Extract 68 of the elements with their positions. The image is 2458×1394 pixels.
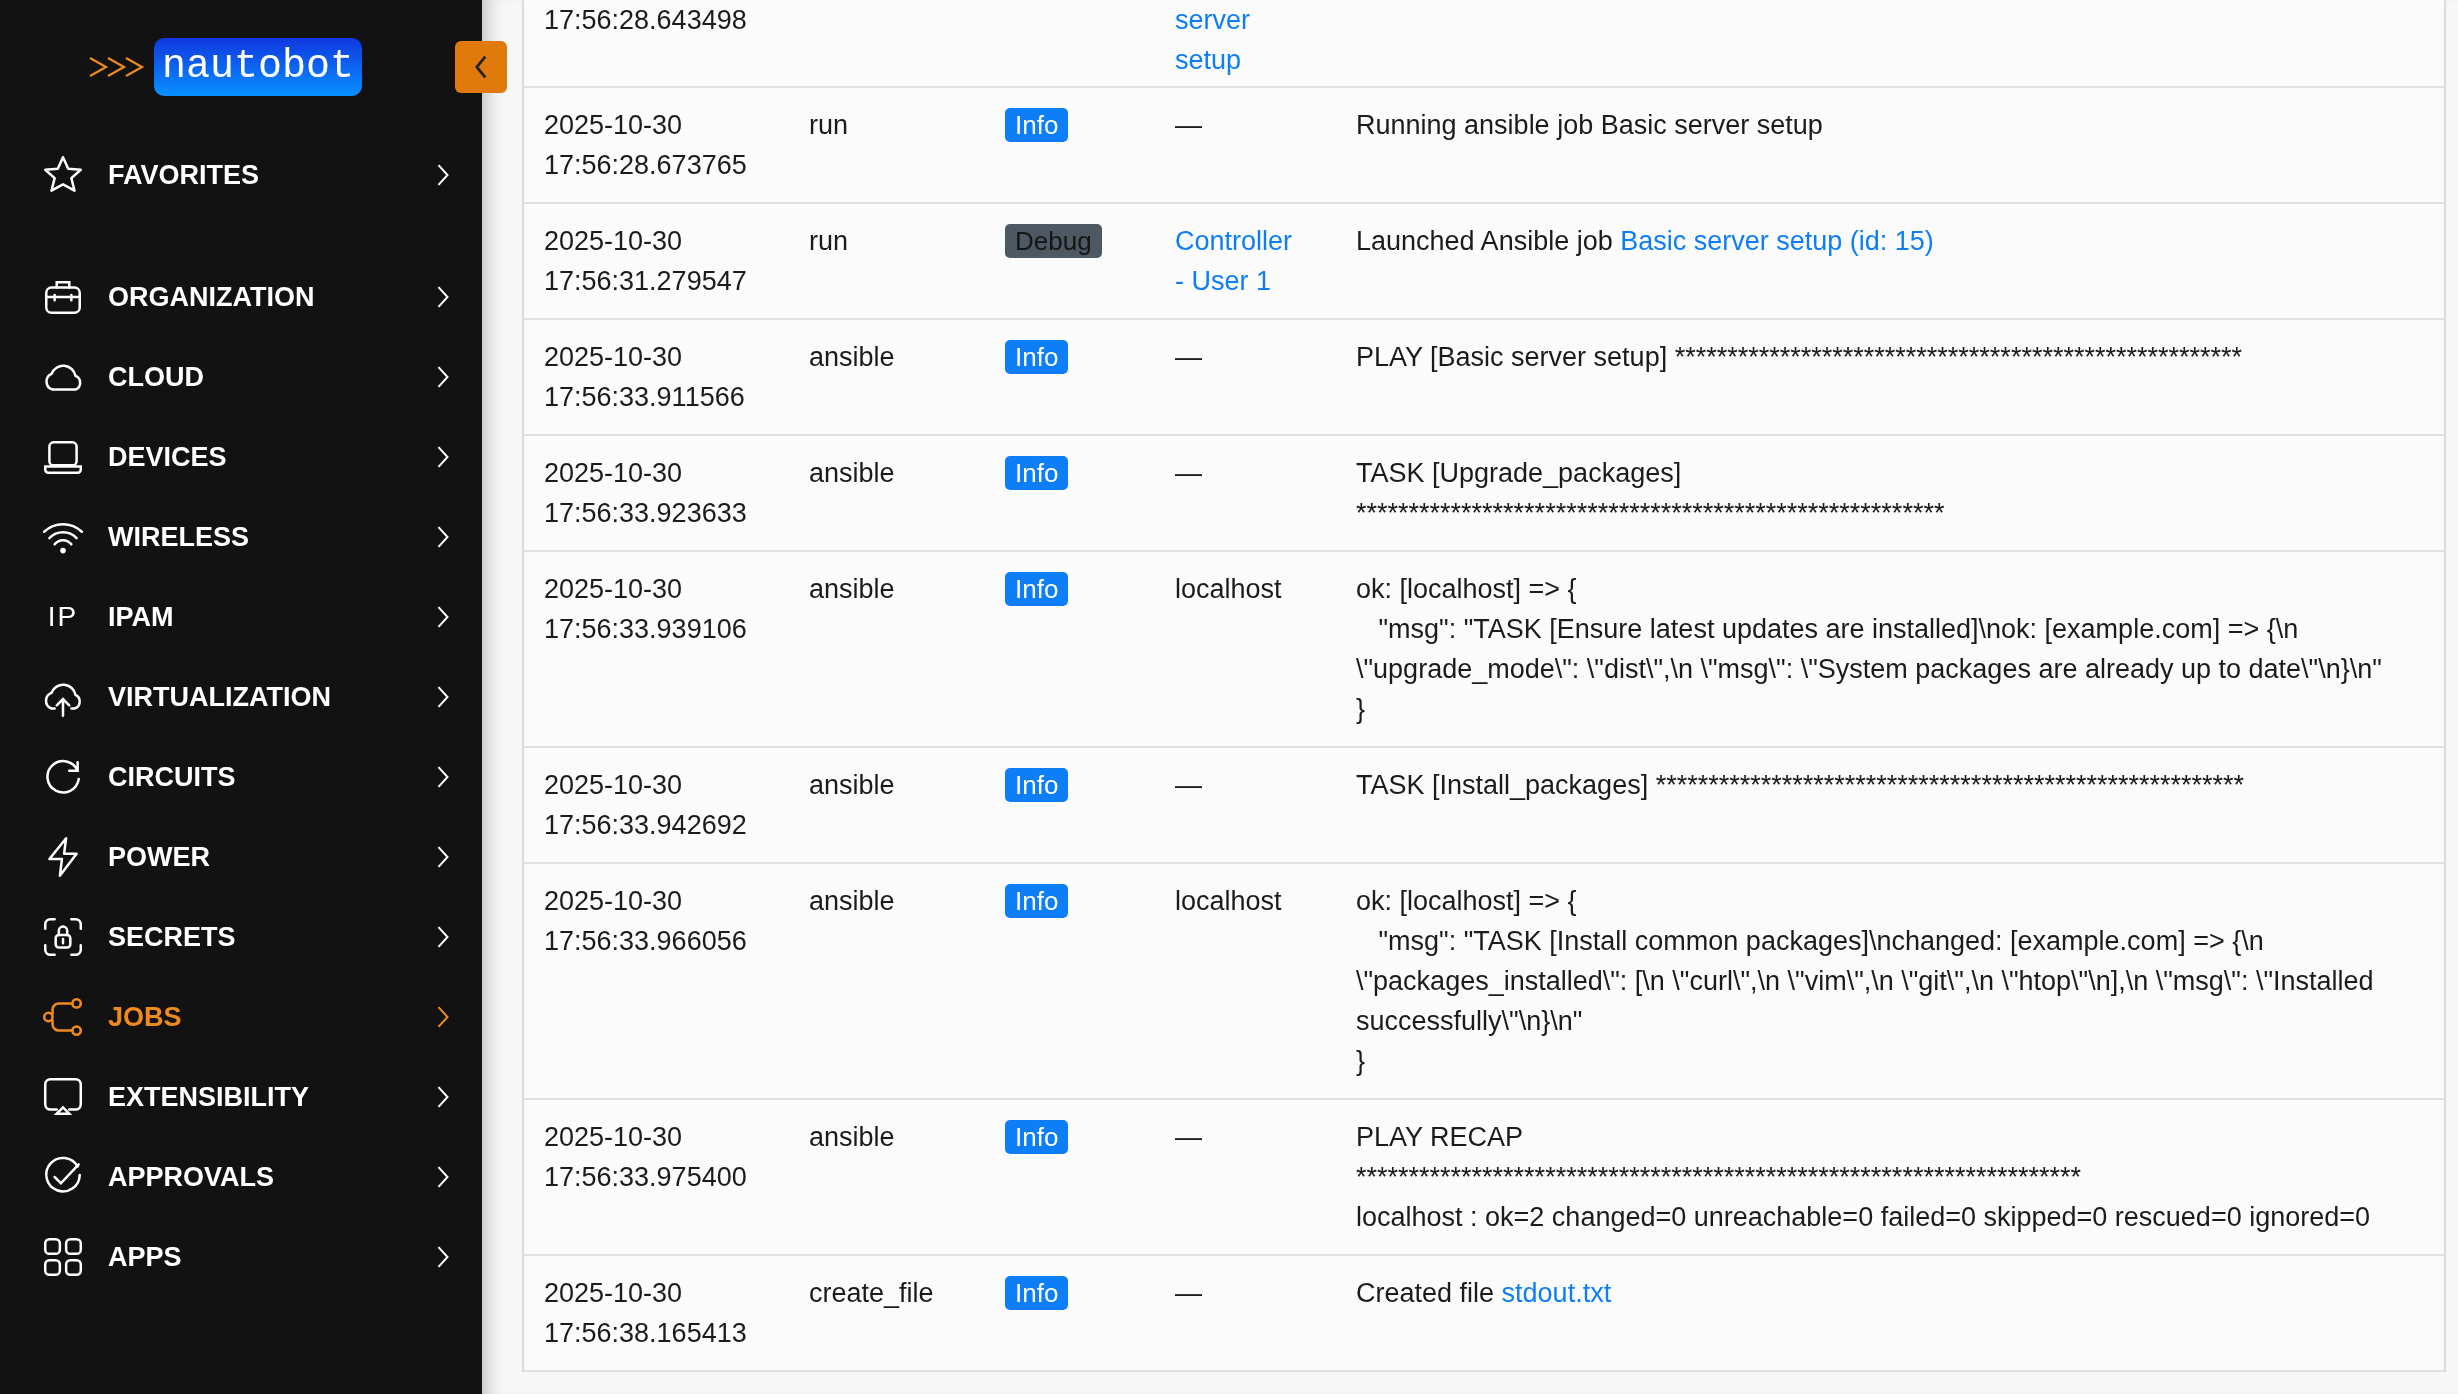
level-badge: Info (1005, 884, 1069, 918)
logo-text: nautobot (154, 38, 362, 96)
level-badge: Info (1005, 1276, 1069, 1310)
message-link[interactable]: stdout.txt (1501, 1278, 1612, 1308)
nav-item[interactable]: FAVORITES (0, 135, 452, 215)
log-message: PLAY [Basic server setup] ****************************************************** (1356, 342, 2243, 372)
grouping-cell-text: ansible (808, 885, 896, 918)
nav-item[interactable]: APPS (0, 1217, 452, 1297)
nav-item[interactable]: JOBS (0, 977, 452, 1057)
log-message: PLAY RECAP ********************************************************************* localhost : ok=2 changed=0 unreachable=0 failed=0 skipped=0 rescued=0 ignored=0 (1356, 1122, 2371, 1232)
object-text: — (1175, 770, 1202, 800)
timestamp-cell-text: 2025-10-30 17:56:33.975400 (543, 1121, 748, 1194)
timestamp-cell-text: 2025-10-30 17:56:28.673765 (543, 109, 748, 182)
nav-item[interactable]: DEVICES (0, 417, 452, 497)
message-link[interactable]: Basic server setup (id: 15) (1620, 226, 1934, 256)
grouping-cell-text: ansible (808, 457, 896, 490)
ip-icon: IP (40, 601, 86, 633)
level-badge: Info (1005, 1120, 1069, 1154)
nav-item[interactable]: ORGANIZATION (0, 257, 452, 337)
nav-item[interactable]: EXTENSIBILITY (0, 1057, 452, 1137)
timestamp-cell-text: 17:56:28.643498 (543, 4, 748, 37)
logo[interactable]: nautobot (88, 38, 362, 96)
timestamp-cell-text: 2025-10-30 17:56:33.939106 (543, 573, 748, 646)
nav-item[interactable]: APPROVALS (0, 1137, 452, 1217)
object-text: — (1175, 1122, 1202, 1152)
grouping-cell-text: ansible (808, 1121, 896, 1154)
chevron-left-icon (475, 55, 487, 79)
level-badge: Debug (1005, 224, 1102, 258)
level-badge: Info (1005, 768, 1069, 802)
object-link[interactable]: Controller - User 1 (1175, 221, 1306, 301)
grouping-cell-text: create_file (808, 1277, 935, 1310)
object-text: localhost (1175, 886, 1282, 916)
level-badge: Info (1005, 340, 1069, 374)
log-message: ok: [localhost] => { "msg": "TASK [Ensure latest updates are installed]\nok: [example.com] => {\n \"upgrade_mode\": \"dist\",\n \"msg\": \"System packages are already up to date\"\n}\n" } (1356, 574, 2382, 724)
grouping-cell-text: run (808, 225, 850, 258)
nav-item[interactable]: VIRTUALIZATION (0, 657, 452, 737)
object-text: — (1175, 342, 1202, 372)
grouping-cell-text: ansible (808, 769, 896, 802)
nav-item[interactable]: POWER (0, 817, 452, 897)
timestamp-cell-text: 2025-10-30 17:56:38.165413 (543, 1277, 748, 1350)
object-text: localhost (1175, 574, 1282, 604)
timestamp-cell-text: 2025-10-30 17:56:33.923633 (543, 457, 748, 530)
timestamp-cell-text: 2025-10-30 17:56:33.911566 (543, 341, 746, 414)
nav-item[interactable]: IP IPAM (0, 577, 452, 657)
log-message: TASK [Upgrade_packages] ******************************************************** (1356, 458, 1945, 528)
nav-item[interactable]: CLOUD (0, 337, 452, 417)
object-text: — (1175, 458, 1202, 488)
log-message: Launched Ansible job Basic server setup (id: 15) (1356, 226, 1934, 256)
timestamp-cell-text: 2025-10-30 17:56:31.279547 (543, 225, 748, 298)
grouping-cell-text: ansible (808, 341, 896, 374)
timestamp-cell-text: 2025-10-30 17:56:33.942692 (543, 769, 748, 842)
log-message: TASK [Install_packages] ******************************************************** (1356, 770, 2245, 800)
grouping-cell-text: ansible (808, 573, 896, 606)
nav-item[interactable]: SECRETS (0, 897, 452, 977)
level-badge: Info (1005, 456, 1069, 490)
object-link[interactable]: server setup (1175, 0, 1306, 80)
grouping-cell-text: run (808, 109, 850, 142)
log-message: ok: [localhost] => { "msg": "TASK [Install common packages]\nchanged: [example.com] => {\n \"packages_installed\": [\n \"curl\",\n \"vim\",\n \"git\",\n \"htop\"\n],\n \"msg\": \"Installed successfully\"\n}\n" } (1356, 886, 2375, 1076)
collapse-button[interactable] (455, 41, 507, 93)
nav-item[interactable]: WIRELESS (0, 497, 452, 577)
object-text: — (1175, 1278, 1202, 1308)
log-message: Created file stdout.txt (1356, 1278, 1612, 1308)
object-text: — (1175, 110, 1202, 140)
timestamp-cell-text: 2025-10-30 17:56:33.966056 (543, 885, 748, 958)
level-badge: Info (1005, 108, 1069, 142)
log-message: Running ansible job Basic server setup (1356, 110, 1823, 140)
level-badge: Info (1005, 572, 1069, 606)
nav-item[interactable]: CIRCUITS (0, 737, 452, 817)
